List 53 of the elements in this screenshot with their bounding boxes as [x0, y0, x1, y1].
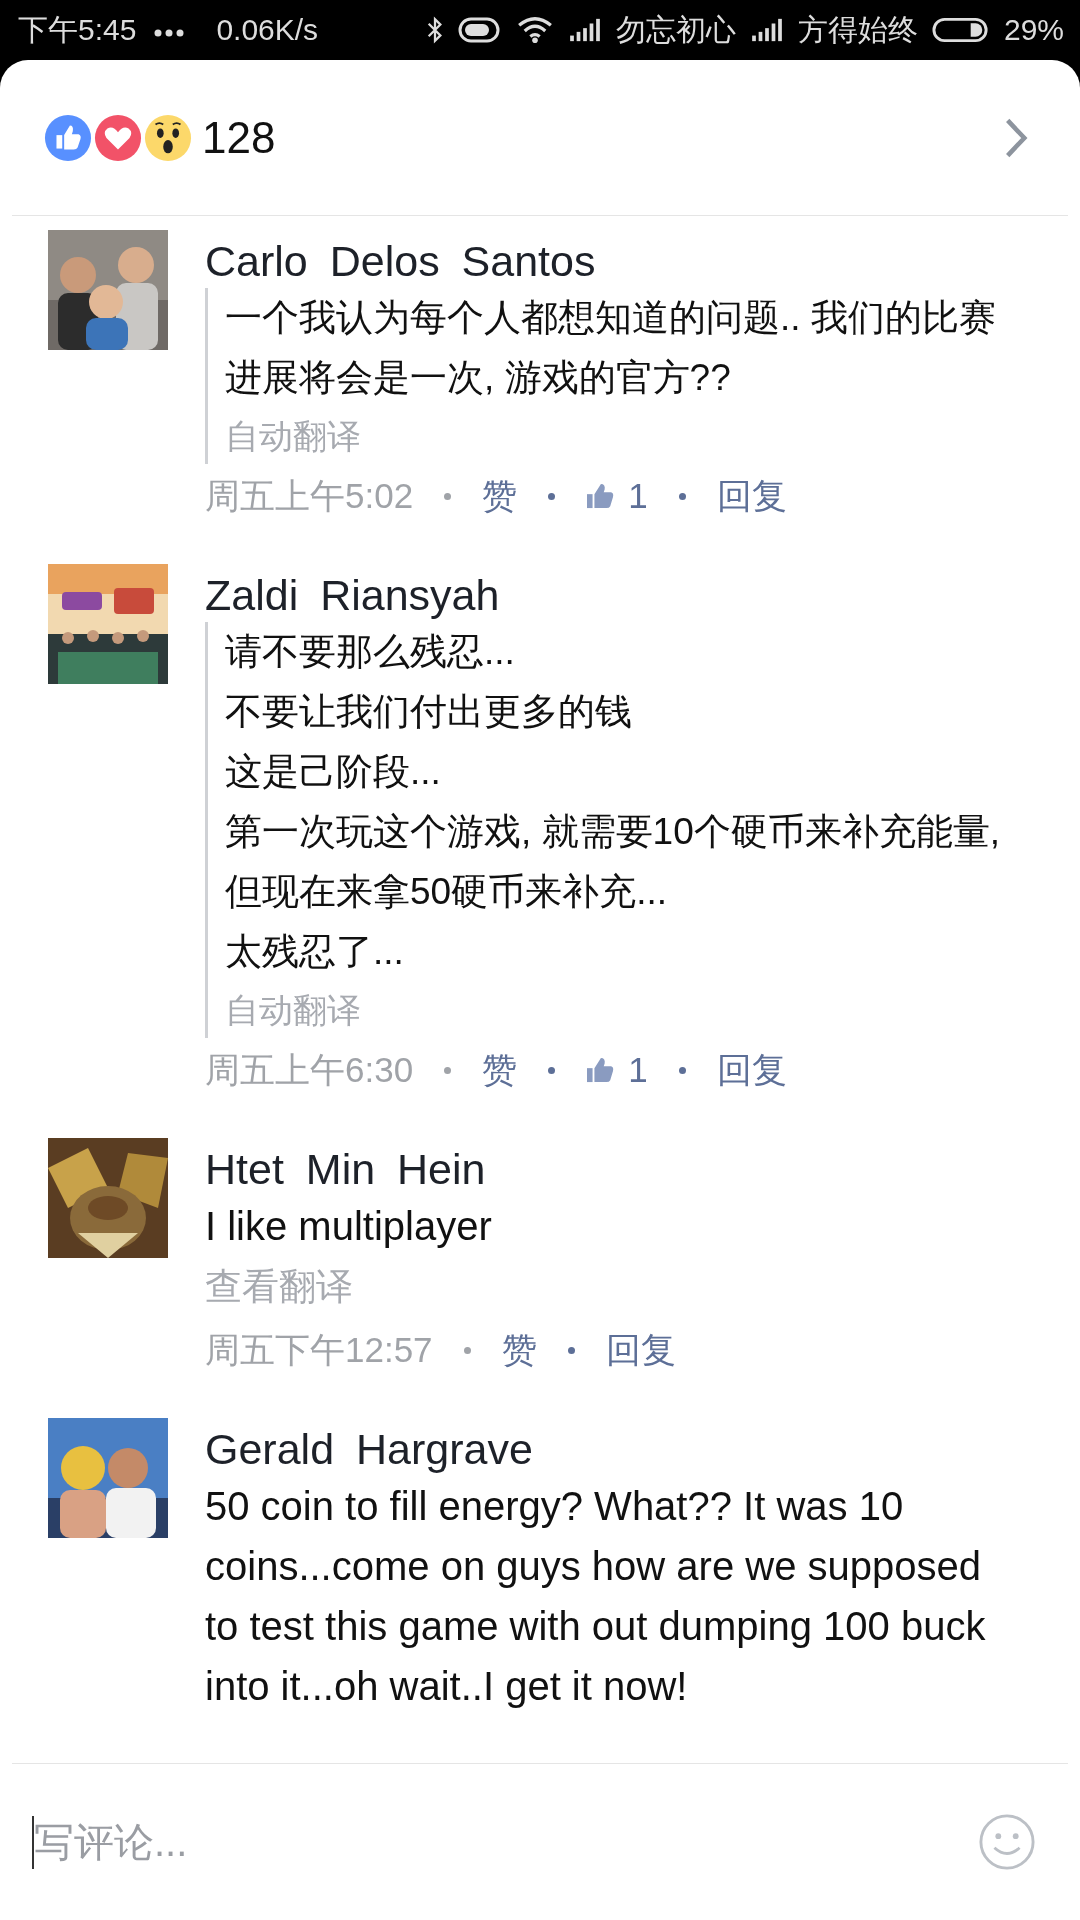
carrier-name: 勿忘初心: [615, 11, 736, 48]
like-icon: [44, 113, 92, 162]
comment-time: 周五下午12:57: [205, 1328, 433, 1371]
author-name[interactable]: Carlo Delos Santos: [205, 234, 1000, 288]
comment-text: I like multiplayer: [205, 1203, 493, 1250]
author-name[interactable]: Gerald Hargrave: [205, 1422, 1000, 1476]
thumbs-up-icon: [586, 1057, 615, 1083]
reply-link[interactable]: 回复: [716, 472, 787, 520]
separator-dot-icon: [444, 1066, 452, 1074]
author-name[interactable]: Htet Min Hein: [205, 1142, 1000, 1196]
separator-dot-icon: [567, 1346, 575, 1354]
comment-text: 不要让我们付出更多的钱: [225, 690, 633, 734]
author-name[interactable]: Zaldi Riansyah: [205, 568, 1000, 622]
like-link[interactable]: 赞: [482, 472, 518, 520]
like-count: 1: [628, 1050, 648, 1090]
comment-text: 请不要那么残忍...: [225, 630, 516, 674]
wifi-icon: [515, 16, 554, 44]
like-link[interactable]: 赞: [482, 1046, 518, 1094]
comment-text: 太残忍了...: [225, 930, 405, 974]
like-count: 1: [628, 476, 648, 516]
clock: 下午5:45: [18, 11, 137, 48]
reply-link[interactable]: 回复: [716, 1046, 787, 1094]
reply-link[interactable]: 回复: [605, 1326, 676, 1374]
like-link[interactable]: 赞: [501, 1326, 537, 1374]
comment-text: 这是己阶段...: [225, 750, 442, 794]
battery-icon: [931, 16, 990, 44]
signal-icon: [567, 17, 602, 43]
translation-note: 自动翻译: [225, 990, 362, 1031]
comment-text: 一个我认为每个人都想知道的问题.. 我们的比赛进展将会是一次, 游戏的官方??: [225, 296, 997, 400]
separator-dot-icon: [678, 492, 686, 500]
comment-input[interactable]: 写评论...: [32, 1815, 634, 1869]
bluetooth-icon: [425, 16, 444, 44]
comment-time: 周五上午6:30: [205, 1048, 414, 1091]
reaction-count[interactable]: 128: [202, 112, 276, 163]
separator-dot-icon: [548, 1066, 556, 1074]
separator-dot-icon: [548, 492, 556, 500]
pill-icon: [457, 16, 502, 44]
network-speed: 0.06K/s: [216, 13, 319, 47]
translation-note: 自动翻译: [225, 416, 362, 457]
comment-text: 第一次玩这个游戏, 就需要10个硬币来补充能量, 但现在来拿50硬币来补充...: [225, 810, 1000, 914]
surprised-face-icon: [144, 113, 192, 162]
thumbs-up-icon: [586, 483, 615, 509]
smiley-icon[interactable]: [978, 1813, 1036, 1871]
comment-time: 周五上午5:02: [205, 474, 414, 517]
carrier-name: 方得始终: [797, 11, 918, 48]
comment-text: 50 coin to fill energy? What?? It was 10 coins...come on guys how are we supposed to test this game with out dumping 100 buck into it...oh wait..I get it now!: [205, 1483, 987, 1710]
separator-dot-icon: [463, 1346, 471, 1354]
chevron-right-icon[interactable]: [1004, 116, 1028, 159]
signal-icon: [749, 17, 784, 43]
battery-percent: 29%: [1003, 13, 1064, 47]
more-dots-icon: [154, 28, 185, 37]
separator-dot-icon: [444, 492, 452, 500]
separator-dot-icon: [678, 1066, 686, 1074]
